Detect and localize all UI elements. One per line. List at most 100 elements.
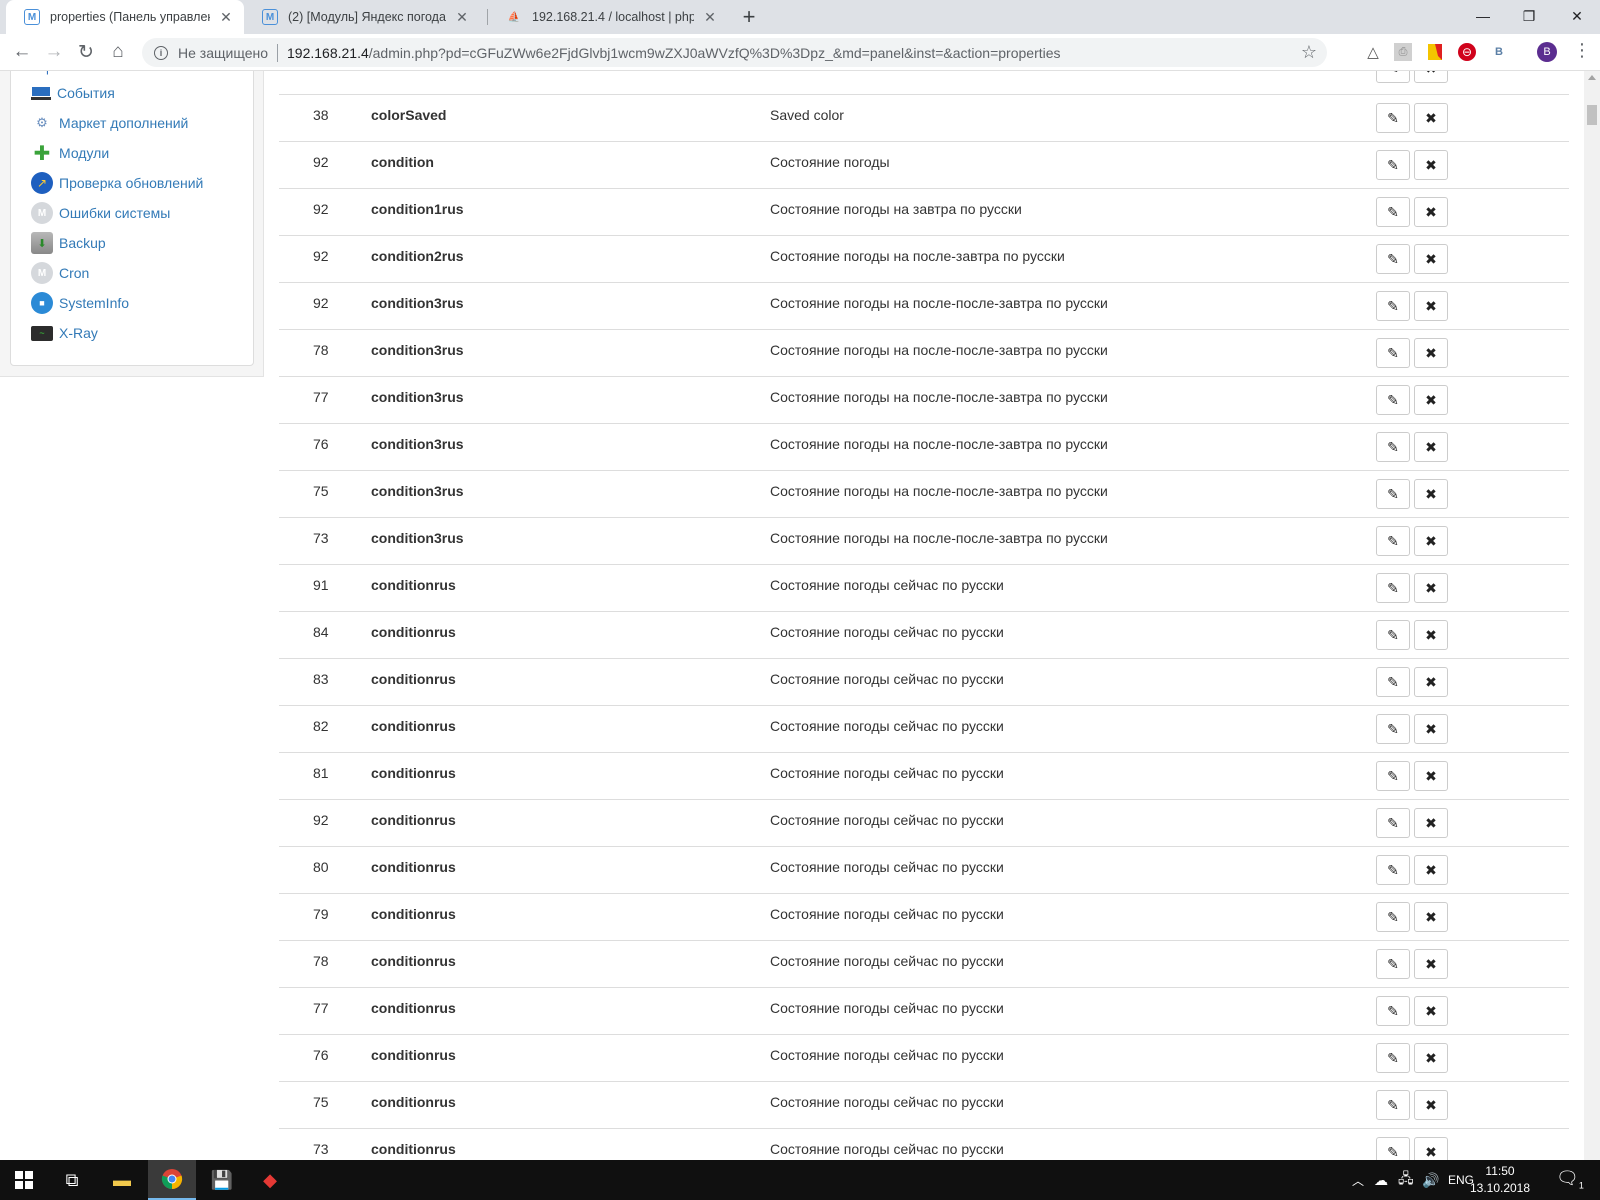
extension-pdf-icon[interactable]: ⎙ <box>1394 43 1412 61</box>
edit-button[interactable]: ✎ <box>1376 432 1410 462</box>
app-diamond-icon[interactable]: ◆ <box>246 1160 294 1200</box>
edit-button[interactable]: ✎ <box>1376 71 1410 83</box>
edit-button[interactable]: ✎ <box>1376 573 1410 603</box>
extension-drive-icon[interactable]: △ <box>1364 43 1382 61</box>
delete-button[interactable]: ✖ <box>1414 996 1448 1026</box>
taskbar-clock[interactable]: 11:50 13.10.2018 <box>1468 1163 1532 1197</box>
sidebar-item-errors[interactable]: M Ошибки системы <box>31 201 170 225</box>
close-icon[interactable]: ✕ <box>454 9 470 25</box>
edit-button[interactable]: ✎ <box>1376 902 1410 932</box>
delete-button[interactable]: ✖ <box>1414 714 1448 744</box>
address-bar[interactable]: i Не защищено 192.168.21.4/admin.php?pd=… <box>142 38 1327 67</box>
task-view-icon[interactable]: ⧉ <box>48 1160 96 1200</box>
edit-button[interactable]: ✎ <box>1376 996 1410 1026</box>
tab-phpmyadmin[interactable]: ⛵ 192.168.21.4 / localhost | phpMy ✕ <box>488 0 728 34</box>
delete-button[interactable]: ✖ <box>1414 479 1448 509</box>
profile-avatar[interactable]: B <box>1537 42 1557 62</box>
edit-button[interactable]: ✎ <box>1376 855 1410 885</box>
delete-button[interactable]: ✖ <box>1414 71 1448 83</box>
sidebar-item-backup[interactable]: ⬇ Backup <box>31 231 106 255</box>
new-tab-button[interactable]: + <box>736 4 762 30</box>
property-name: conditionrus <box>371 812 456 828</box>
chrome-icon[interactable] <box>148 1160 196 1200</box>
delete-button[interactable]: ✖ <box>1414 150 1448 180</box>
edit-button[interactable]: ✎ <box>1376 244 1410 274</box>
edit-button[interactable]: ✎ <box>1376 761 1410 791</box>
bookmark-star-icon[interactable]: ☆ <box>1301 42 1317 63</box>
sidebar-item-modules[interactable]: ✚ Модули <box>31 141 110 165</box>
delete-button[interactable]: ✖ <box>1414 526 1448 556</box>
window-close-button[interactable]: ✕ <box>1554 0 1600 32</box>
edit-button[interactable]: ✎ <box>1376 1043 1410 1073</box>
edit-button[interactable]: ✎ <box>1376 949 1410 979</box>
edit-button[interactable]: ✎ <box>1376 103 1410 133</box>
extension-opera-icon[interactable]: ⊖ <box>1458 43 1476 61</box>
sidebar-item-xray[interactable]: ~ X-Ray <box>31 321 98 345</box>
extension-vk-icon[interactable]: B <box>1490 43 1508 61</box>
edit-button[interactable]: ✎ <box>1376 714 1410 744</box>
save-app-icon[interactable]: 💾 <box>198 1160 246 1200</box>
edit-button[interactable]: ✎ <box>1376 479 1410 509</box>
edit-button[interactable]: ✎ <box>1376 1137 1410 1160</box>
delete-button[interactable]: ✖ <box>1414 761 1448 791</box>
file-explorer-icon[interactable]: ▬ <box>98 1160 146 1200</box>
delete-button[interactable]: ✖ <box>1414 855 1448 885</box>
delete-button[interactable]: ✖ <box>1414 197 1448 227</box>
delete-button[interactable]: ✖ <box>1414 1137 1448 1160</box>
delete-button[interactable]: ✖ <box>1414 432 1448 462</box>
back-button[interactable]: ← <box>8 38 36 66</box>
delete-button[interactable]: ✖ <box>1414 573 1448 603</box>
delete-button[interactable]: ✖ <box>1414 667 1448 697</box>
majordomo-gray-icon: M <box>31 262 53 284</box>
windows-start-button[interactable] <box>0 1160 48 1200</box>
delete-button[interactable]: ✖ <box>1414 620 1448 650</box>
delete-button[interactable]: ✖ <box>1414 902 1448 932</box>
sidebar-item-systeminfo[interactable]: ■ SystemInfo <box>31 291 129 315</box>
minimize-button[interactable]: — <box>1460 0 1506 32</box>
page-scrollbar[interactable] <box>1584 71 1600 1160</box>
tab-yandex-weather[interactable]: M (2) [Модуль] Яндекс погода 201 ✕ <box>244 0 480 34</box>
edit-button[interactable]: ✎ <box>1376 197 1410 227</box>
restore-button[interactable]: ❐ <box>1506 0 1552 32</box>
delete-button[interactable]: ✖ <box>1414 103 1448 133</box>
action-center-icon[interactable]: 🗨1 <box>1556 1168 1584 1191</box>
sidebar-item-updates[interactable]: ↗ Проверка обновлений <box>31 171 203 195</box>
delete-button[interactable]: ✖ <box>1414 1090 1448 1120</box>
close-icon[interactable]: ✕ <box>218 9 234 25</box>
reload-button[interactable]: ↻ <box>72 38 100 66</box>
delete-button[interactable]: ✖ <box>1414 291 1448 321</box>
sidebar-item-events[interactable]: События <box>31 81 115 105</box>
tray-chevron-icon[interactable]: ︿ <box>1352 1160 1364 1200</box>
edit-button[interactable]: ✎ <box>1376 808 1410 838</box>
scroll-up-arrow[interactable] <box>1588 75 1596 80</box>
delete-button[interactable]: ✖ <box>1414 1043 1448 1073</box>
delete-button[interactable]: ✖ <box>1414 385 1448 415</box>
edit-button[interactable]: ✎ <box>1376 150 1410 180</box>
edit-button[interactable]: ✎ <box>1376 338 1410 368</box>
delete-button[interactable]: ✖ <box>1414 244 1448 274</box>
sidebar-item-label: SystemInfo <box>59 295 130 311</box>
edit-button[interactable]: ✎ <box>1376 526 1410 556</box>
edit-button[interactable]: ✎ <box>1376 1090 1410 1120</box>
sidebar-item-cron[interactable]: M Cron <box>31 261 89 285</box>
browser-menu-icon[interactable]: ⋮ <box>1573 40 1591 61</box>
forward-button[interactable]: → <box>40 38 68 66</box>
delete-button[interactable]: ✖ <box>1414 808 1448 838</box>
edit-button[interactable]: ✎ <box>1376 291 1410 321</box>
tab-properties[interactable]: M properties (Панель управления) ✕ <box>6 0 244 34</box>
delete-button[interactable]: ✖ <box>1414 338 1448 368</box>
edit-button[interactable]: ✎ <box>1376 620 1410 650</box>
edit-button[interactable]: ✎ <box>1376 385 1410 415</box>
sidebar-item-market[interactable]: ⚙ Маркет дополнений <box>31 111 188 135</box>
info-icon[interactable]: i <box>154 45 168 60</box>
property-id: 73 <box>313 530 329 546</box>
scroll-thumb[interactable] <box>1587 105 1597 125</box>
volume-icon[interactable]: 🔊 <box>1422 1160 1439 1200</box>
home-button[interactable]: ⌂ <box>104 38 132 66</box>
extension-bookmark-icon[interactable] <box>1426 43 1444 61</box>
onedrive-icon[interactable]: ☁ <box>1374 1160 1388 1200</box>
delete-button[interactable]: ✖ <box>1414 949 1448 979</box>
edit-button[interactable]: ✎ <box>1376 667 1410 697</box>
network-icon[interactable]: 🖧 <box>1398 1160 1414 1200</box>
close-icon[interactable]: ✕ <box>702 9 718 25</box>
